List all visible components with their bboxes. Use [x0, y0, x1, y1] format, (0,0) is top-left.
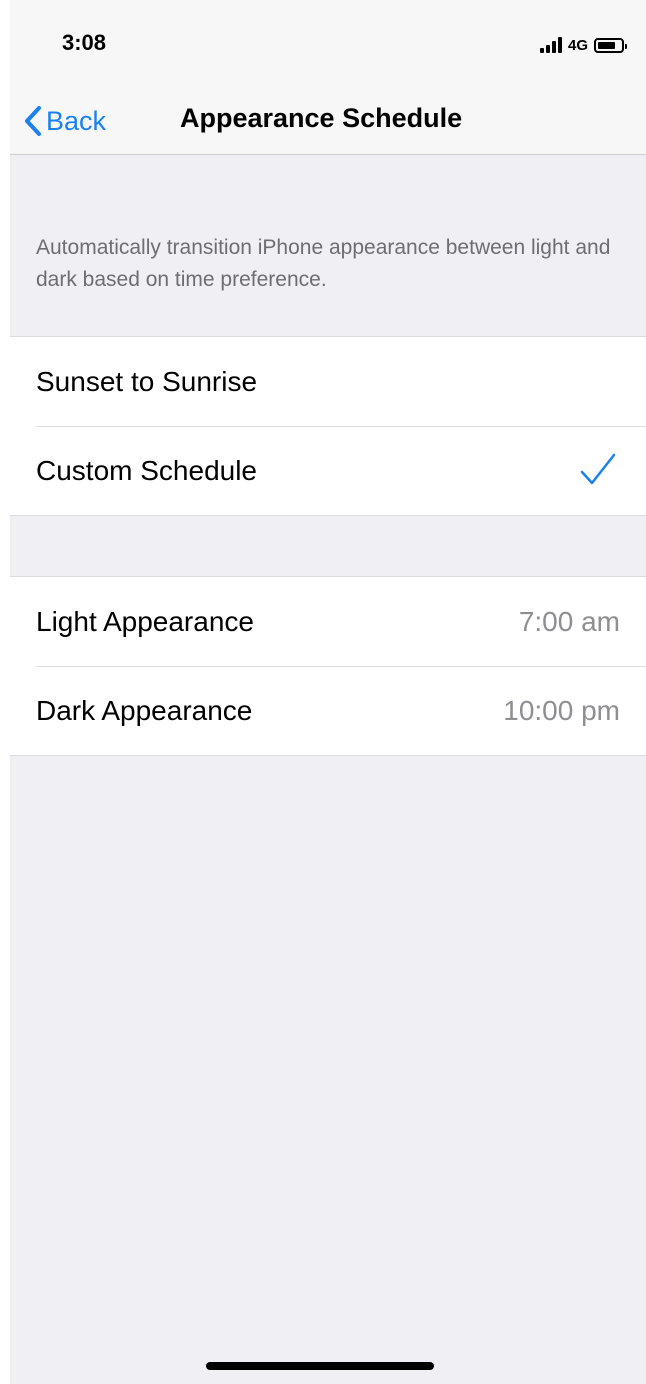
section-description: Automatically transition iPhone appearan…	[36, 236, 611, 291]
signal-bars-icon	[539, 37, 562, 53]
status-time: 3:08	[62, 30, 107, 55]
schedule-options-group: Sunset to Sunrise Custom Schedule	[10, 336, 646, 516]
dark-appearance-row[interactable]: Dark Appearance 10:00 pm	[10, 666, 646, 755]
battery-icon	[594, 37, 627, 53]
light-appearance-row[interactable]: Light Appearance 7:00 am	[10, 577, 646, 666]
back-button[interactable]: Back	[24, 100, 106, 142]
time-label: Dark Appearance	[36, 695, 253, 726]
checkmark-icon	[580, 453, 616, 485]
navigation-bar: Back Appearance Schedule	[10, 90, 646, 155]
page-title: Appearance Schedule	[180, 103, 463, 133]
status-bar: 3:08 4G	[10, 0, 646, 90]
time-label: Light Appearance	[36, 606, 254, 637]
option-custom-schedule[interactable]: Custom Schedule	[10, 426, 646, 515]
option-label: Sunset to Sunrise	[36, 366, 258, 397]
back-label: Back	[46, 105, 107, 136]
time-value: 10:00 pm	[503, 695, 620, 726]
home-indicator[interactable]	[206, 1362, 434, 1370]
settings-screen: 3:08 4G Back Appearance Schedule Automat…	[10, 0, 646, 1384]
appearance-times-group: Light Appearance 7:00 am Dark Appearance…	[10, 576, 646, 756]
status-icons: 4G	[539, 34, 627, 56]
option-sunset-to-sunrise[interactable]: Sunset to Sunrise	[10, 337, 646, 426]
chevron-left-icon	[25, 106, 41, 136]
network-type: 4G	[567, 36, 588, 54]
time-value: 7:00 am	[518, 606, 620, 637]
option-label: Custom Schedule	[36, 455, 258, 486]
